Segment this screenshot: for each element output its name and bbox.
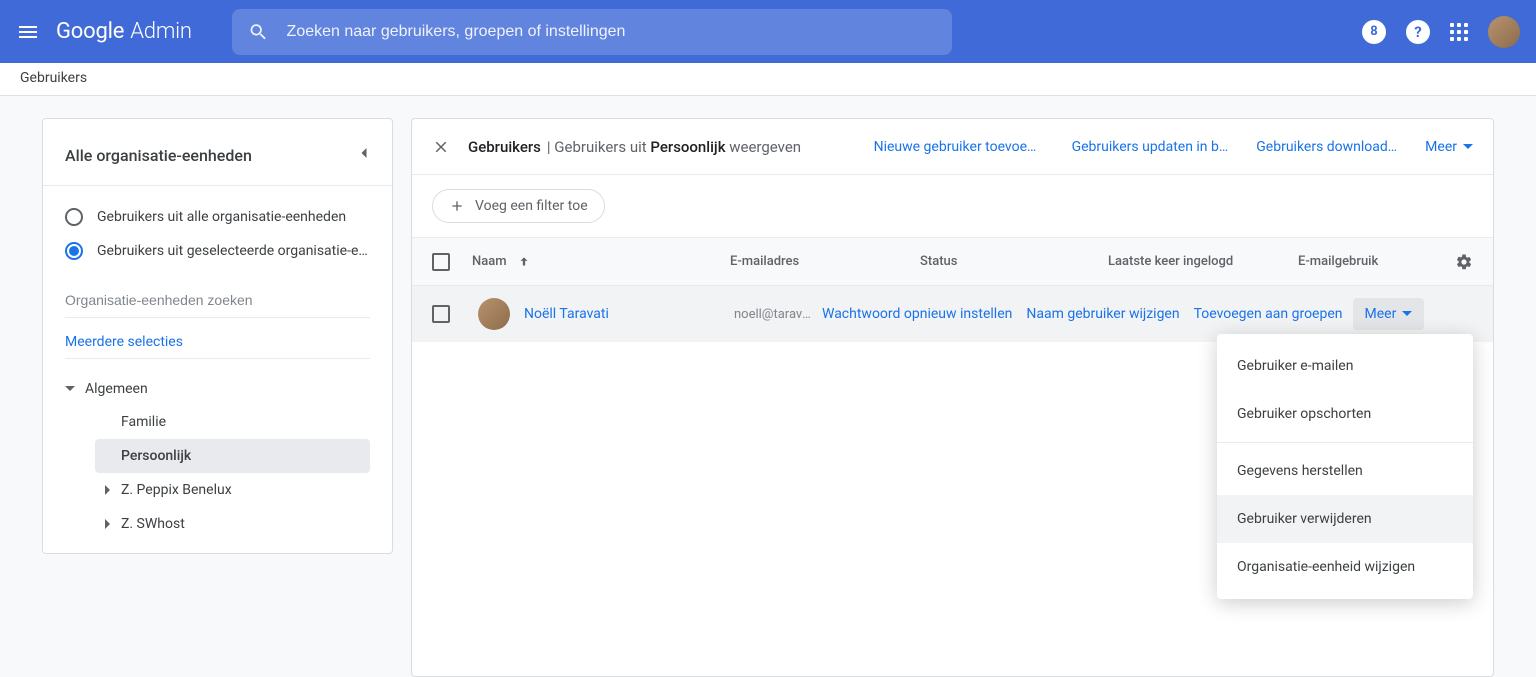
tree-item-peppix[interactable]: Z. Peppix Benelux bbox=[95, 473, 370, 507]
add-to-groups-link[interactable]: Toevoegen aan groepen bbox=[1194, 306, 1343, 322]
radio-label: Gebruikers uit alle organisatie-eenheden bbox=[97, 209, 346, 225]
tree-label: Z. SWhost bbox=[121, 516, 185, 532]
collapse-icon[interactable] bbox=[354, 143, 374, 167]
more-label: Meer bbox=[1425, 139, 1457, 155]
close-icon[interactable] bbox=[432, 138, 450, 156]
column-settings-button[interactable] bbox=[1449, 253, 1473, 271]
sidebar-title: Alle organisatie-eenheden bbox=[65, 146, 252, 165]
tree-label: Z. Peppix Benelux bbox=[121, 482, 232, 498]
chevron-right-icon bbox=[103, 485, 113, 495]
top-bar: Google Admin 8 ? bbox=[0, 0, 1536, 63]
table-header: Naam E-mailadres Status Laatste keer ing… bbox=[412, 238, 1493, 286]
logo-admin: Admin bbox=[130, 19, 192, 44]
column-label: Naam bbox=[472, 254, 507, 269]
users-panel: Gebruikers | Gebruikers uit Persoonlijk … bbox=[411, 118, 1494, 677]
tree-item-familie[interactable]: Familie bbox=[95, 405, 370, 439]
tree-root-label: Algemeen bbox=[85, 381, 148, 397]
select-all-checkbox[interactable] bbox=[432, 253, 450, 271]
dropdown-email-user[interactable]: Gebruiker e-mailen bbox=[1217, 342, 1473, 390]
panel-header: Gebruikers | Gebruikers uit Persoonlijk … bbox=[412, 119, 1493, 175]
radio-selected-orgs[interactable]: Gebruikers uit geselecteerde organisatie… bbox=[65, 234, 370, 268]
radio-all-orgs[interactable]: Gebruikers uit alle organisatie-eenheden bbox=[65, 200, 370, 234]
sidebar-header: Alle organisatie-eenheden bbox=[43, 137, 392, 186]
row-more-button[interactable]: Meer bbox=[1353, 298, 1425, 330]
row-more-dropdown: Gebruiker e-mailen Gebruiker opschorten … bbox=[1217, 334, 1473, 599]
account-avatar[interactable] bbox=[1488, 16, 1520, 48]
download-users-link[interactable]: Gebruikers download… bbox=[1256, 139, 1397, 155]
column-email[interactable]: E-mailadres bbox=[730, 254, 920, 269]
column-usage[interactable]: E-mailgebruik bbox=[1298, 254, 1449, 269]
apps-grid-icon[interactable] bbox=[1450, 23, 1468, 41]
row-actions: Wachtwoord opnieuw instellen Naam gebrui… bbox=[822, 306, 1343, 322]
logo-google: Google bbox=[56, 19, 124, 44]
chevron-down-icon bbox=[1463, 142, 1473, 152]
org-search[interactable] bbox=[65, 284, 370, 318]
panel-more-button[interactable]: Meer bbox=[1425, 139, 1473, 155]
radio-icon bbox=[65, 208, 83, 226]
radio-group: Gebruikers uit alle organisatie-eenheden… bbox=[43, 186, 392, 274]
title-part: | Gebruikers uit Persoonlijk weergeven bbox=[547, 138, 801, 156]
user-email: noell@taravati bbox=[734, 307, 814, 322]
table-row[interactable]: Noëll Taravati noell@taravati Wachtwoord… bbox=[412, 286, 1493, 342]
notifications-badge[interactable]: 8 bbox=[1362, 20, 1386, 44]
user-avatar bbox=[478, 298, 510, 330]
tree-item-swhost[interactable]: Z. SWhost bbox=[95, 507, 370, 541]
dropdown-restore-data[interactable]: Gegevens herstellen bbox=[1217, 447, 1473, 495]
panel-title: Gebruikers | Gebruikers uit Persoonlijk … bbox=[468, 138, 801, 156]
title-part: Gebruikers bbox=[468, 138, 541, 156]
new-user-link[interactable]: Nieuwe gebruiker toevoeg… bbox=[874, 139, 1044, 155]
search-input[interactable] bbox=[287, 23, 936, 41]
column-last-login[interactable]: Laatste keer ingelogd bbox=[1108, 254, 1298, 269]
radio-icon bbox=[65, 242, 83, 260]
radio-label: Gebruikers uit geselecteerde organisatie… bbox=[97, 243, 370, 259]
rename-user-link[interactable]: Naam gebruiker wijzigen bbox=[1026, 306, 1179, 322]
row-more-label: Meer bbox=[1365, 306, 1397, 322]
sort-asc-icon bbox=[517, 255, 531, 269]
tree-label: Persoonlijk bbox=[121, 448, 191, 464]
search-box[interactable] bbox=[232, 9, 952, 55]
plus-icon bbox=[449, 198, 465, 214]
tree-item-persoonlijk[interactable]: Persoonlijk bbox=[95, 439, 370, 473]
bulk-update-link[interactable]: Gebruikers updaten in b… bbox=[1072, 139, 1229, 155]
org-tree: Algemeen Familie Persoonlijk Z. Peppix B… bbox=[43, 359, 392, 541]
hamburger-menu-icon[interactable] bbox=[16, 20, 40, 44]
dropdown-change-ou[interactable]: Organisatie-eenheid wijzigen bbox=[1217, 543, 1473, 591]
help-icon[interactable]: ? bbox=[1406, 20, 1430, 44]
multi-select-link[interactable]: Meerdere selecties bbox=[65, 318, 370, 359]
topbar-icons: 8 ? bbox=[1362, 16, 1520, 48]
org-search-input[interactable] bbox=[65, 292, 370, 308]
dropdown-suspend-user[interactable]: Gebruiker opschorten bbox=[1217, 390, 1473, 438]
add-filter-label: Voeg een filter toe bbox=[475, 198, 588, 214]
breadcrumb-label[interactable]: Gebruikers bbox=[20, 70, 87, 86]
gear-icon bbox=[1455, 253, 1473, 271]
chevron-down-icon bbox=[65, 384, 75, 394]
search-icon bbox=[248, 21, 269, 43]
dropdown-delete-user[interactable]: Gebruiker verwijderen bbox=[1217, 495, 1473, 543]
logo[interactable]: Google Admin bbox=[56, 19, 192, 44]
panel-actions: Nieuwe gebruiker toevoeg… Gebruikers upd… bbox=[874, 139, 1473, 155]
filter-row: Voeg een filter toe bbox=[412, 175, 1493, 238]
breadcrumb: Gebruikers bbox=[0, 63, 1536, 96]
add-filter-button[interactable]: Voeg een filter toe bbox=[432, 189, 605, 223]
org-units-sidebar: Alle organisatie-eenheden Gebruikers uit… bbox=[42, 118, 393, 554]
chevron-down-icon bbox=[1402, 309, 1412, 319]
tree-root[interactable]: Algemeen bbox=[65, 373, 370, 405]
reset-password-link[interactable]: Wachtwoord opnieuw instellen bbox=[822, 306, 1012, 322]
column-status[interactable]: Status bbox=[920, 254, 1108, 269]
column-name[interactable]: Naam bbox=[472, 254, 730, 269]
chevron-right-icon bbox=[103, 519, 113, 529]
tree-label: Familie bbox=[121, 414, 166, 430]
tree-children: Familie Persoonlijk Z. Peppix Benelux bbox=[65, 405, 370, 541]
dropdown-divider bbox=[1217, 442, 1473, 443]
user-name-link[interactable]: Noëll Taravati bbox=[524, 306, 609, 322]
row-checkbox[interactable] bbox=[432, 305, 450, 323]
main-area: Alle organisatie-eenheden Gebruikers uit… bbox=[0, 96, 1536, 677]
